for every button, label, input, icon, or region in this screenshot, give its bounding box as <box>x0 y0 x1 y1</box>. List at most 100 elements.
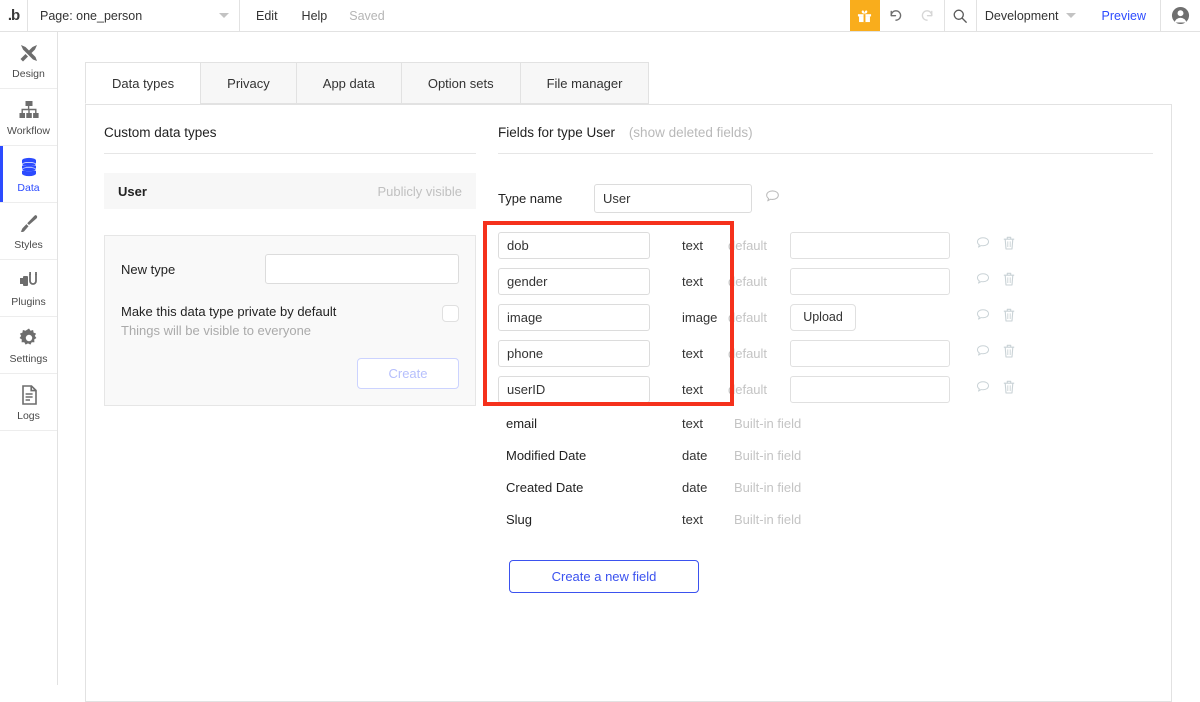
create-field-row: Create a new field <box>498 560 1153 593</box>
sidebar-item-plugins[interactable]: Plugins <box>0 260 57 317</box>
field-default-input[interactable] <box>790 267 950 295</box>
builtin-field-row: Created Date date Built-in field <box>498 471 1153 503</box>
redo-button[interactable] <box>912 0 944 31</box>
comment-bubble-icon[interactable] <box>975 379 991 400</box>
field-row-actions <box>975 271 1016 292</box>
field-name-input[interactable] <box>498 303 650 331</box>
private-default-texts: Make this data type private by default T… <box>121 304 336 338</box>
field-name-input[interactable] <box>498 231 650 259</box>
bubble-logo[interactable]: .b <box>0 0 28 31</box>
tab-label: File manager <box>546 75 623 91</box>
search-icon[interactable] <box>943 0 976 31</box>
sidebar-item-styles[interactable]: Styles <box>0 203 57 260</box>
design-tools-icon <box>17 41 41 65</box>
undo-button[interactable] <box>880 0 912 31</box>
field-type-label: text <box>682 415 703 431</box>
chevron-down-icon <box>1065 13 1076 18</box>
fields-column: Fields for type User (show deleted field… <box>483 125 1153 593</box>
tab-file-manager[interactable]: File manager <box>519 62 650 104</box>
data-type-row-user[interactable]: User Publicly visible <box>104 173 476 209</box>
new-type-label: New type <box>121 261 176 277</box>
type-name-input[interactable] <box>594 184 752 213</box>
field-default-input[interactable] <box>790 231 950 259</box>
comment-bubble-icon[interactable] <box>975 343 991 364</box>
database-icon <box>17 155 41 179</box>
field-row-actions <box>975 343 1016 364</box>
sidebar-item-settings[interactable]: Settings <box>0 317 57 374</box>
tab-privacy[interactable]: Privacy <box>200 62 296 104</box>
new-type-input[interactable] <box>265 254 459 284</box>
builtin-field-row: Modified Date date Built-in field <box>498 439 1153 471</box>
tab-data-types[interactable]: Data types <box>85 62 201 104</box>
version-label: Development <box>984 8 1059 23</box>
field-default-label: default <box>728 345 768 361</box>
menu-help[interactable]: Help <box>290 0 340 31</box>
preview-label: Preview <box>1101 8 1146 23</box>
sidebar-item-data[interactable]: Data <box>0 146 57 203</box>
show-deleted-fields-link[interactable]: (show deleted fields) <box>629 125 753 140</box>
new-type-box: New type Make this data type private by … <box>104 235 476 406</box>
field-row: text default <box>498 371 1153 407</box>
trash-icon[interactable] <box>1002 235 1016 256</box>
field-type-label: date <box>682 447 708 463</box>
field-row: text default <box>498 227 1153 263</box>
upload-button[interactable]: Upload <box>790 303 856 331</box>
document-icon <box>17 383 41 407</box>
field-type-label: text <box>682 273 703 289</box>
tab-label: Option sets <box>427 75 494 91</box>
page-selector-dropdown[interactable]: Page: one_person <box>28 0 240 31</box>
builtin-field-label: Built-in field <box>734 415 802 431</box>
version-dropdown[interactable]: Development <box>975 0 1088 31</box>
trash-icon[interactable] <box>1002 343 1016 364</box>
field-name-input[interactable] <box>498 339 650 367</box>
gear-icon <box>17 326 41 350</box>
sidebar-item-workflow[interactable]: Workflow <box>0 89 57 146</box>
custom-data-types-column: Custom data types User Publicly visible … <box>104 125 476 406</box>
field-row: text default <box>498 335 1153 371</box>
menu-edit-label: Edit <box>256 8 278 23</box>
create-type-row: Create <box>121 358 459 389</box>
private-default-row: Make this data type private by default T… <box>121 304 459 338</box>
create-new-field-button[interactable]: Create a new field <box>509 560 699 593</box>
preview-button[interactable]: Preview <box>1088 0 1160 31</box>
private-default-checkbox[interactable] <box>442 305 459 322</box>
menu-edit[interactable]: Edit <box>240 0 290 31</box>
fields-heading: Fields for type User (show deleted field… <box>498 125 1153 154</box>
menu-help-label: Help <box>301 8 328 23</box>
field-default-label: default <box>728 381 768 397</box>
sidebar-item-design[interactable]: Design <box>0 32 57 89</box>
tab-option-sets[interactable]: Option sets <box>400 62 520 104</box>
field-name-label: Modified Date <box>506 447 587 463</box>
builtin-field-row: email text Built-in field <box>498 407 1153 439</box>
content-panel: Custom data types User Publicly visible … <box>85 104 1172 702</box>
field-name-label: email <box>506 415 538 431</box>
tab-label: App data <box>322 75 375 91</box>
field-name-input[interactable] <box>498 375 650 403</box>
field-row: image default Upload <box>498 299 1153 335</box>
gift-icon[interactable] <box>849 0 880 31</box>
workflow-icon <box>17 98 41 122</box>
field-name-input[interactable] <box>498 267 650 295</box>
field-default-label: default <box>728 273 768 289</box>
trash-icon[interactable] <box>1002 379 1016 400</box>
paintbrush-icon <box>17 212 41 236</box>
trash-icon[interactable] <box>1002 271 1016 292</box>
field-row-actions <box>975 379 1016 400</box>
tab-strip: Data types Privacy App data Option sets … <box>85 62 650 104</box>
create-type-button[interactable]: Create <box>357 358 459 389</box>
field-row: text default <box>498 263 1153 299</box>
field-default-input[interactable] <box>790 375 950 403</box>
sidebar-item-logs[interactable]: Logs <box>0 374 57 431</box>
field-default-input[interactable] <box>790 339 950 367</box>
field-row-actions <box>975 235 1016 256</box>
comment-bubble-icon[interactable] <box>975 235 991 256</box>
tab-app-data[interactable]: App data <box>295 62 401 104</box>
chevron-down-icon <box>219 13 229 18</box>
trash-icon[interactable] <box>1002 307 1016 328</box>
comment-bubble-icon[interactable] <box>975 271 991 292</box>
field-name-label: Slug <box>506 511 533 527</box>
type-name-label: Type name <box>498 191 563 206</box>
avatar[interactable] <box>1160 0 1200 31</box>
comment-bubble-icon[interactable] <box>975 307 991 328</box>
comment-bubble-icon[interactable] <box>764 188 781 210</box>
